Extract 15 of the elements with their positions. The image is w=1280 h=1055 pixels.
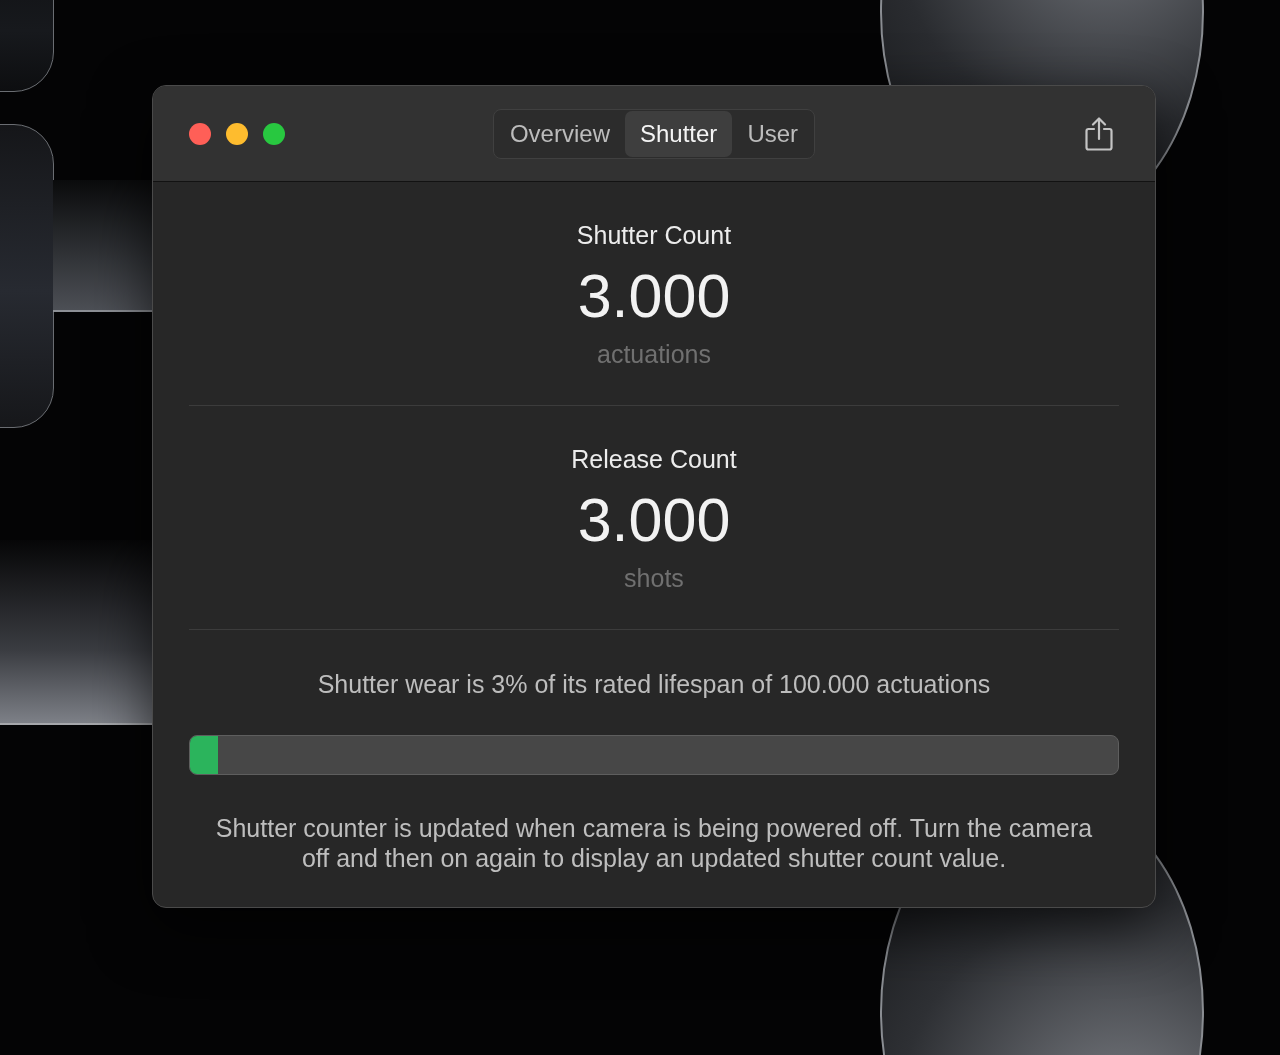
minimize-icon[interactable] (226, 122, 248, 145)
update-note: Shutter counter is updated when camera is being powered off. Turn the camera off and then on again to display an updated shutter count value. (214, 813, 1094, 873)
counter-value: 3.000 (577, 488, 731, 552)
counter-unit: shots (624, 564, 684, 592)
view-tab[interactable]: User (732, 110, 814, 157)
view-tab[interactable]: Overview (494, 110, 625, 157)
view-tab[interactable]: Shutter (625, 110, 733, 157)
close-icon[interactable] (189, 122, 211, 145)
zoom-icon[interactable] (263, 122, 285, 145)
counter-value: 3.000 (577, 264, 731, 328)
counter-title: Shutter Count (576, 221, 732, 249)
share-icon[interactable] (1085, 116, 1113, 151)
wear-description: Shutter wear is 3% of its rated lifespan of 100.000 actuations (317, 670, 991, 698)
counter-unit: actuations (597, 340, 711, 368)
counter-title: Release Count (571, 445, 737, 473)
